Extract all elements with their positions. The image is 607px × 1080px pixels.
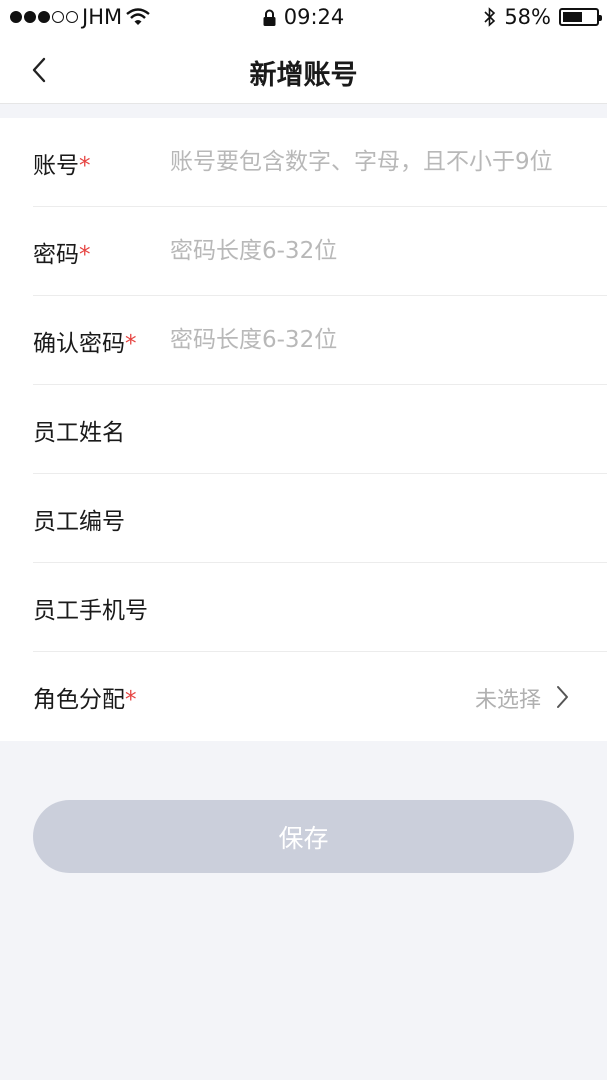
employee-name-input[interactable] (170, 403, 607, 455)
status-bar: JHM 09:24 58% (0, 0, 607, 36)
battery-icon (559, 8, 602, 26)
password-label: 密码* (33, 242, 91, 268)
employee-phone-label: 员工手机号 (33, 598, 148, 624)
confirm-password-input[interactable] (170, 314, 607, 366)
role-assignment-row[interactable]: 角色分配* 未选择 (33, 652, 607, 741)
employee-phone-input[interactable] (170, 581, 607, 633)
employee-number-label: 员工编号 (33, 509, 125, 535)
required-mark: * (125, 331, 137, 357)
battery-cap (599, 15, 602, 21)
account-input[interactable] (170, 136, 607, 188)
account-row: 账号* (33, 118, 607, 207)
confirm-password-row: 确认密码* (33, 296, 607, 385)
confirm-password-label: 确认密码* (33, 331, 137, 357)
account-form: 账号* 密码* 确认密码* 员工姓名 员工编号 员工手机号 角色分配* 未选择 (0, 118, 607, 741)
role-assignment-label: 角色分配* (33, 687, 137, 713)
lock-icon (263, 9, 276, 26)
required-mark: * (125, 687, 137, 713)
employee-name-label: 员工姓名 (33, 420, 125, 446)
employee-phone-row: 员工手机号 (33, 563, 607, 652)
page-title: 新增账号 (249, 60, 358, 91)
role-selection-value: 未选择 (474, 688, 541, 713)
employee-number-row: 员工编号 (33, 474, 607, 563)
battery-percentage: 58% (504, 5, 551, 29)
chevron-right-icon (557, 686, 568, 708)
bluetooth-icon (484, 7, 496, 27)
required-mark: * (79, 153, 91, 179)
required-mark: * (79, 242, 91, 268)
status-time: 09:24 (283, 5, 345, 29)
battery-level (563, 12, 582, 22)
employee-name-row: 员工姓名 (33, 385, 607, 474)
password-row: 密码* (33, 207, 607, 296)
navigation-bar: 新增账号 (0, 36, 607, 104)
employee-number-input[interactable] (170, 492, 607, 544)
password-input[interactable] (170, 225, 607, 277)
status-right: 58% (484, 5, 602, 29)
account-label: 账号* (33, 153, 91, 179)
save-button[interactable]: 保存 (33, 800, 574, 873)
